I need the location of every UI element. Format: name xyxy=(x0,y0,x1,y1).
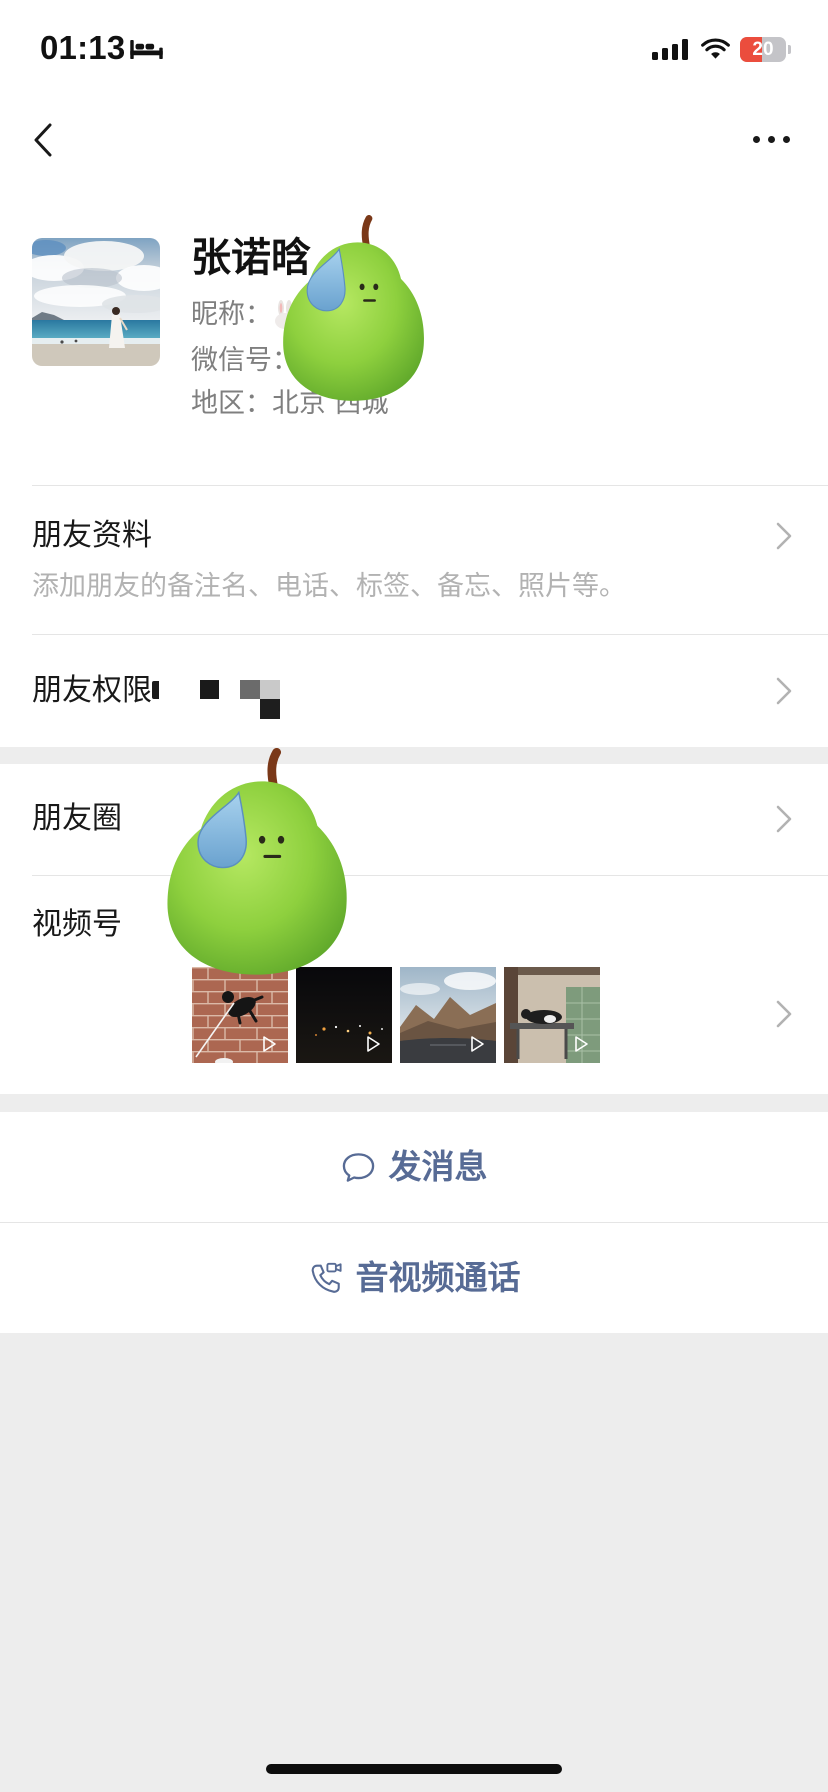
av-call-button[interactable]: 音视频通话 xyxy=(0,1223,828,1333)
send-message-label: 发消息 xyxy=(388,1147,488,1186)
av-call-label: 音视频通话 xyxy=(355,1258,521,1297)
censor-mosaic xyxy=(200,680,219,699)
channel-thumbnail[interactable] xyxy=(296,967,392,1063)
censor-mosaic xyxy=(152,681,159,699)
friend-info-row[interactable]: 朋友资料 添加朋友的备注名、电话、标签、备忘、照片等。 xyxy=(0,485,828,634)
bed-icon xyxy=(130,39,163,60)
wifi-icon xyxy=(701,38,730,59)
censor-mosaic xyxy=(260,699,280,719)
chevron-right-icon xyxy=(776,805,792,833)
battery-icon: 20 xyxy=(740,37,792,62)
moments-row[interactable]: 朋友圈 xyxy=(0,764,828,875)
pear-sticker xyxy=(167,748,347,975)
cellular-signal-icon xyxy=(652,39,688,60)
friend-info-subtitle: 添加朋友的备注名、电话、标签、备忘、照片等。 xyxy=(32,571,626,602)
channel-thumbnail[interactable] xyxy=(400,967,496,1063)
status-time: 01:13 xyxy=(40,29,126,66)
channel-thumbnail[interactable] xyxy=(192,967,288,1063)
friend-info-title: 朋友资料 xyxy=(32,518,152,553)
chevron-left-icon[interactable] xyxy=(32,122,54,158)
friend-permissions-row[interactable]: 朋友权限 xyxy=(0,635,828,747)
censor-mosaic xyxy=(260,680,280,699)
avatar[interactable] xyxy=(32,238,160,366)
friend-permissions-title: 朋友权限 xyxy=(32,673,152,708)
region-label: 地区： xyxy=(191,388,272,419)
nickname-label: 昵称： xyxy=(191,299,272,330)
chevron-right-icon xyxy=(776,677,792,705)
channel-thumbnail[interactable] xyxy=(504,967,600,1063)
more-dots-icon[interactable] xyxy=(748,128,794,150)
chevron-right-icon xyxy=(776,1000,792,1028)
chat-bubble-icon xyxy=(342,1153,374,1182)
pear-sticker xyxy=(283,215,424,401)
chevron-right-icon xyxy=(776,522,792,550)
video-call-icon xyxy=(311,1262,342,1293)
censor-mosaic xyxy=(240,680,260,699)
send-message-button[interactable]: 发消息 xyxy=(0,1112,828,1222)
channels-row[interactable]: 视频号 xyxy=(0,876,828,1094)
moments-title: 朋友圈 xyxy=(32,801,122,836)
home-indicator[interactable] xyxy=(266,1764,562,1774)
channels-title: 视频号 xyxy=(32,907,122,942)
battery-level: 20 xyxy=(752,39,774,60)
